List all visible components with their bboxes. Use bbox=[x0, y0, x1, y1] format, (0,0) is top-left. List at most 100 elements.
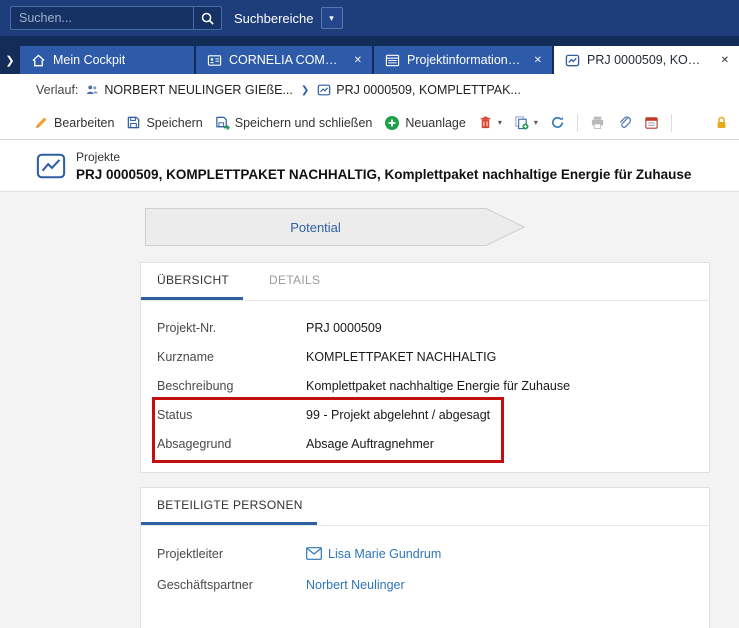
tab-details[interactable]: DETAILS bbox=[253, 263, 334, 300]
envelope-icon bbox=[306, 547, 322, 560]
dossier-icon bbox=[384, 52, 400, 68]
global-search-box[interactable] bbox=[10, 6, 222, 30]
field-value: PRJ 0000509 bbox=[306, 321, 382, 335]
field-value: KOMPLETTPAKET NACHHALTIG bbox=[306, 350, 496, 364]
save-button[interactable]: Speichern bbox=[126, 115, 202, 130]
tab-close-icon[interactable]: ✕ bbox=[530, 55, 542, 66]
tab-overflow-button[interactable]: ❯ bbox=[0, 46, 20, 74]
history-item-label: NORBERT NEULINGER GIEßE... bbox=[104, 83, 292, 97]
save-and-close-button[interactable]: Speichern und schließen bbox=[215, 115, 373, 130]
field-label: Geschäftspartner bbox=[157, 578, 306, 592]
field-row: Projekt-Nr. PRJ 0000509 bbox=[141, 313, 709, 342]
record-type-label: Projekte bbox=[76, 150, 691, 164]
floppy-close-icon bbox=[215, 115, 230, 130]
field-label: Absagegrund bbox=[157, 437, 306, 451]
print-button[interactable] bbox=[590, 115, 605, 130]
contacts-icon bbox=[85, 83, 99, 97]
trash-icon bbox=[478, 115, 493, 130]
history-bar: Verlauf: NORBERT NEULINGER GIEßE... ❯ PR… bbox=[0, 74, 739, 106]
copy-new-from-button[interactable]: ▾ bbox=[514, 115, 538, 130]
field-value: 99 - Projekt abgelehnt / abgesagt bbox=[306, 408, 490, 422]
page-header: Projekte PRJ 0000509, KOMPLETTPAKET NACH… bbox=[0, 140, 739, 192]
history-label: Verlauf: bbox=[36, 83, 78, 97]
tab-close-icon[interactable]: ✕ bbox=[717, 55, 729, 66]
edit-button[interactable]: Bearbeiten bbox=[34, 115, 114, 130]
toolbar: Bearbeiten Speichern Speichern und schli… bbox=[0, 106, 739, 140]
tab-projektinformationen[interactable]: Projektinformatione... ✕ bbox=[374, 46, 552, 74]
field-row-projektleiter: Projektleiter Lisa Marie Gundrum bbox=[141, 538, 709, 569]
field-row-geschaeftspartner: Geschäftspartner Norbert Neulinger bbox=[141, 569, 709, 600]
save-and-close-label: Speichern und schließen bbox=[235, 116, 373, 130]
persons-card: BETEILIGTE PERSONEN Projektleiter Lisa M… bbox=[140, 487, 710, 628]
field-label: Status bbox=[157, 408, 306, 422]
tab-label: CORNELIA COMPLE... bbox=[229, 53, 343, 67]
caret-down-icon[interactable]: ▾ bbox=[498, 118, 502, 127]
history-item-label: PRJ 0000509, KOMPLETTPAK... bbox=[336, 83, 521, 97]
top-search-bar: Suchbereiche ▾ bbox=[0, 0, 739, 36]
field-row-absagegrund: Absagegrund Absage Auftragnehmer bbox=[141, 429, 709, 458]
app-window: Suchbereiche ▾ ❯ Mein Cockpit CORNELIA C… bbox=[0, 0, 739, 628]
overview-card-tabs: ÜBERSICHT DETAILS bbox=[141, 263, 709, 301]
calendar-icon bbox=[644, 115, 659, 130]
field-row: Kurzname KOMPLETTPAKET NACHHALTIG bbox=[141, 342, 709, 371]
field-row: Beschreibung Komplettpaket nachhaltige E… bbox=[141, 371, 709, 400]
tab-beteiligte-personen[interactable]: BETEILIGTE PERSONEN bbox=[141, 488, 317, 525]
search-input[interactable] bbox=[11, 11, 193, 25]
toolbar-separator bbox=[671, 114, 672, 132]
plus-circle-icon bbox=[384, 115, 400, 131]
persons-fields: Projektleiter Lisa Marie Gundrum Geschäf… bbox=[141, 526, 709, 614]
copy-icon bbox=[514, 115, 529, 130]
field-label: Beschreibung bbox=[157, 379, 306, 393]
chevron-down-icon[interactable]: ▾ bbox=[321, 7, 343, 29]
page-title: PRJ 0000509, KOMPLETTPAKET NACHHALTIG, K… bbox=[76, 167, 691, 182]
tab-label: Projektinformatione... bbox=[407, 53, 523, 67]
tab-prj-0000509[interactable]: PRJ 0000509, KOMPL... ✕ bbox=[554, 46, 739, 74]
overview-fields: Projekt-Nr. PRJ 0000509 Kurzname KOMPLET… bbox=[141, 301, 709, 472]
refresh-button[interactable] bbox=[550, 115, 565, 130]
project-chart-icon bbox=[564, 52, 580, 68]
lock-icon bbox=[714, 115, 729, 130]
history-item-project[interactable]: PRJ 0000509, KOMPLETTPAK... bbox=[317, 83, 521, 97]
chevron-right-icon: ❯ bbox=[300, 85, 310, 96]
new-record-button[interactable]: Neuanlage bbox=[384, 115, 465, 131]
tab-mein-cockpit[interactable]: Mein Cockpit bbox=[20, 46, 194, 74]
search-icon[interactable] bbox=[193, 7, 221, 29]
field-value: Absage Auftragnehmer bbox=[306, 437, 434, 451]
content-area: Potential ÜBERSICHT DETAILS Projekt-Nr. … bbox=[0, 192, 739, 628]
sales-stage-bar[interactable]: Potential bbox=[145, 208, 525, 246]
lock-button[interactable] bbox=[714, 115, 729, 130]
attachment-button[interactable] bbox=[617, 115, 632, 130]
caret-down-icon[interactable]: ▾ bbox=[534, 118, 538, 127]
stage-label: Potential bbox=[145, 208, 486, 246]
overview-card: ÜBERSICHT DETAILS Projekt-Nr. PRJ 000050… bbox=[140, 262, 710, 473]
projektleiter-link[interactable]: Lisa Marie Gundrum bbox=[306, 547, 441, 561]
floppy-icon bbox=[126, 115, 141, 130]
geschaeftspartner-link[interactable]: Norbert Neulinger bbox=[306, 578, 405, 592]
search-areas-label: Suchbereiche bbox=[234, 11, 314, 26]
field-label: Projekt-Nr. bbox=[157, 321, 306, 335]
tab-label: Mein Cockpit bbox=[53, 53, 125, 67]
history-item-contact[interactable]: NORBERT NEULINGER GIEßE... bbox=[85, 83, 292, 97]
printer-icon bbox=[590, 115, 605, 130]
tab-close-icon[interactable]: ✕ bbox=[350, 55, 362, 66]
refresh-icon bbox=[550, 115, 565, 130]
field-value: Komplettpaket nachhaltige Energie für Zu… bbox=[306, 379, 570, 393]
pencil-icon bbox=[34, 115, 49, 130]
new-record-label: Neuanlage bbox=[405, 116, 465, 130]
save-label: Speichern bbox=[146, 116, 202, 130]
home-icon bbox=[30, 52, 46, 68]
field-label: Projektleiter bbox=[157, 547, 306, 561]
tab-cornelia-contact[interactable]: CORNELIA COMPLE... ✕ bbox=[196, 46, 372, 74]
toolbar-separator bbox=[577, 114, 578, 132]
person-name: Lisa Marie Gundrum bbox=[328, 547, 441, 561]
calendar-button[interactable] bbox=[644, 115, 659, 130]
tab-uebersicht[interactable]: ÜBERSICHT bbox=[141, 263, 243, 300]
tab-bar: ❯ Mein Cockpit CORNELIA COMPLE... ✕ Proj… bbox=[0, 36, 739, 74]
person-name: Norbert Neulinger bbox=[306, 578, 405, 592]
edit-label: Bearbeiten bbox=[54, 116, 114, 130]
field-label: Kurzname bbox=[157, 350, 306, 364]
contact-card-icon bbox=[206, 52, 222, 68]
field-row-status: Status 99 - Projekt abgelehnt / abgesagt bbox=[141, 400, 709, 429]
delete-button[interactable]: ▾ bbox=[478, 115, 502, 130]
search-areas-control[interactable]: Suchbereiche ▾ bbox=[234, 7, 343, 29]
